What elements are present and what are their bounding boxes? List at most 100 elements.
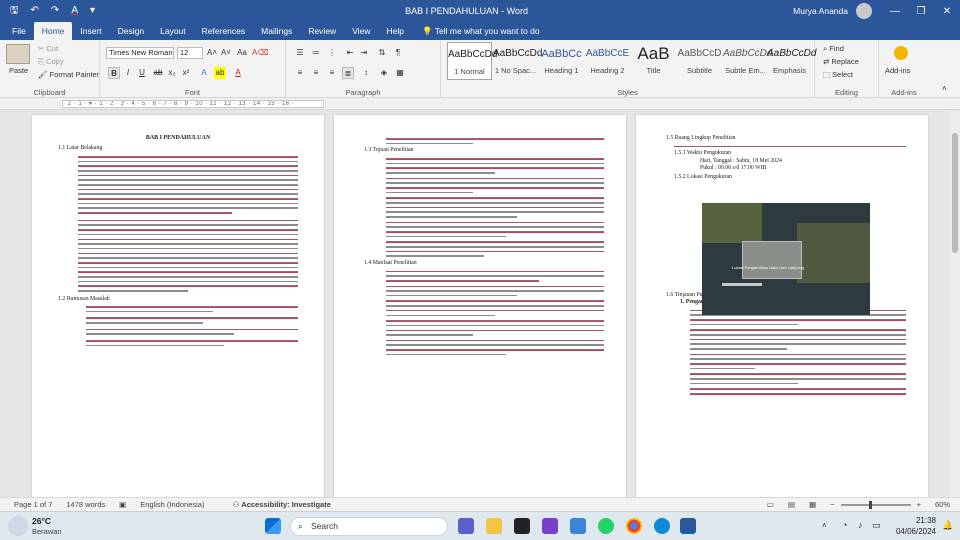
style-emphasis[interactable]: AaBbCcDd Emphasis [767,42,816,80]
location-photo[interactable]: Lokasi Pengambilan Data Laut Lampung [702,203,870,315]
page-3[interactable]: 1.5 Ruang Lingkup Penelitian 1.5.1 Waktu… [636,115,928,497]
purple-app-icon[interactable] [542,518,558,534]
save-icon[interactable]: 🖫 [10,6,19,16]
strikethrough-icon[interactable]: ab [152,67,164,79]
language[interactable]: English (Indonesia) [140,500,204,509]
tab-file[interactable]: File [4,22,34,40]
shrink-font-icon[interactable]: A˅ [220,47,232,59]
justify-icon[interactable]: ≣ [342,67,354,79]
restore-button[interactable]: ❐ [908,6,934,17]
taskbar-search[interactable]: ⌕ Search [290,517,448,536]
volume-icon[interactable]: ♪ [858,520,863,530]
show-marks-icon[interactable]: ¶ [392,47,404,59]
underline-icon[interactable]: U [136,67,148,79]
style-subtitle[interactable]: AaBbCcD Subtitle [677,42,722,80]
tab-layout[interactable]: Layout [152,22,194,40]
collapse-ribbon-icon[interactable]: ˄ [942,84,947,93]
font-color-icon[interactable]: A [232,67,244,79]
grow-font-icon[interactable]: A˄ [206,47,218,59]
font-name-select[interactable]: Times New Roman [106,47,174,59]
vertical-scrollbar[interactable] [950,111,960,497]
read-mode-icon[interactable]: ▤ [788,500,795,509]
redo-icon[interactable]: ↷ [51,6,59,16]
numbering-icon[interactable]: ≔ [310,47,322,59]
word-taskbar-icon[interactable] [680,518,696,534]
zoom-in-icon[interactable]: + [917,500,921,509]
zoom-slider[interactable] [840,500,911,509]
page-2[interactable]: 1.3 Tujuan Penelitian 1.4 Manfaat Peneli… [334,115,626,497]
clear-format-icon[interactable]: A⌫ [252,47,269,59]
proofing-icon[interactable]: ▣ [119,500,126,509]
cut-button[interactable]: ✂ Cut [38,44,58,53]
select-button[interactable]: ⬚ Select [823,70,853,79]
align-center-icon[interactable]: ≡ [310,67,322,79]
align-left-icon[interactable]: ≡ [294,67,306,79]
font-color-icon[interactable]: A [71,6,78,16]
replace-button[interactable]: ⇄ Replace [823,57,859,66]
avatar[interactable] [856,3,872,19]
subscript-icon[interactable]: x₂ [166,67,178,79]
page-1[interactable]: BAB I PENDAHULUAN 1.1 Latar Belakang 1.2… [32,115,324,497]
whatsapp-icon[interactable] [598,518,614,534]
tab-references[interactable]: References [194,22,253,40]
borders-icon[interactable]: ▦ [394,67,406,79]
tray-overflow-icon[interactable]: ˄ [822,521,827,530]
superscript-icon[interactable]: x² [180,67,192,79]
shading-icon[interactable]: ◈ [378,67,390,79]
file-explorer-icon[interactable] [486,518,502,534]
style-heading-2[interactable]: AaBbCcE Heading 2 [585,42,630,80]
align-right-icon[interactable]: ≡ [326,67,338,79]
undo-icon[interactable]: ↶ [31,6,39,16]
weather-icon[interactable] [8,516,28,536]
clock-time[interactable]: 21:38 [896,516,936,525]
style-heading-1[interactable]: AaBbCc Heading 1 [539,42,584,80]
bullets-icon[interactable]: ☰ [294,47,306,59]
tab-mailings[interactable]: Mailings [253,22,300,40]
scrollbar-thumb[interactable] [952,133,958,253]
battery-icon[interactable]: ▭ [872,520,881,531]
close-button[interactable]: ✕ [934,6,960,17]
edge-icon[interactable] [654,518,670,534]
focus-icon[interactable]: ▭ [767,500,774,509]
line-spacing-icon[interactable]: ↕ [360,67,372,79]
highlight-icon[interactable]: ab [214,67,226,79]
zoom-level[interactable]: 60% [935,500,950,509]
user-name[interactable]: Murya Ananda [793,6,848,16]
tab-design[interactable]: Design [110,22,152,40]
windows-start-icon[interactable] [265,518,281,534]
decrease-indent-icon[interactable]: ⇤ [344,47,356,59]
style-no-spacing[interactable]: AaBbCcDd 1 No Spac... [493,42,542,80]
tell-me-search[interactable]: 💡 Tell me what you want to do [412,22,540,40]
style-normal[interactable]: AaBbCcDd 1 Normal [447,42,497,80]
notifications-icon[interactable]: 🔔 [942,520,953,531]
minimize-button[interactable]: — [882,6,908,17]
blue-app-icon[interactable] [570,518,586,534]
change-case-icon[interactable]: Aa [236,47,248,59]
document-area[interactable]: BAB I PENDAHULUAN 1.1 Latar Belakang 1.2… [0,111,960,497]
page-count[interactable]: Page 1 of 7 [14,500,52,509]
ruler[interactable]: · 2 · 1 · ▾ · 1 · 2 · 3 · 4 · 5 · 6 · 7 … [0,98,960,110]
chrome-icon[interactable] [626,518,642,534]
customize-qat-icon[interactable]: ▾ [90,6,95,16]
text-effects-icon[interactable]: A [198,67,210,79]
font-size-select[interactable]: 12 [177,47,203,59]
italic-icon[interactable]: I [122,67,134,79]
clock-date[interactable]: 04/06/2024 [888,527,936,536]
temperature[interactable]: 26°C [32,516,51,526]
print-layout-icon[interactable]: ▦ [809,500,816,509]
style-subtle-emphasis[interactable]: AaBbCcDd Subtle Em... [723,42,772,80]
tab-review[interactable]: Review [300,22,344,40]
store-icon[interactable] [514,518,530,534]
zoom-slider-thumb[interactable] [868,500,872,509]
teams-icon[interactable] [458,518,474,534]
tab-help[interactable]: Help [378,22,411,40]
multilevel-list-icon[interactable]: ⋮ [326,47,338,59]
accessibility-status[interactable]: ⚇ Accessibility: Investigate [218,500,330,509]
addins-button[interactable]: Add-ins [885,66,910,75]
sort-icon[interactable]: ⇅ [376,47,388,59]
find-button[interactable]: ⌕ Find [823,44,844,54]
wifi-icon[interactable]: ◔ [842,520,847,530]
word-count[interactable]: 1478 words [66,500,105,509]
bold-icon[interactable]: B [108,67,120,79]
format-painter-button[interactable]: 🖌 Format Painter [38,70,99,79]
